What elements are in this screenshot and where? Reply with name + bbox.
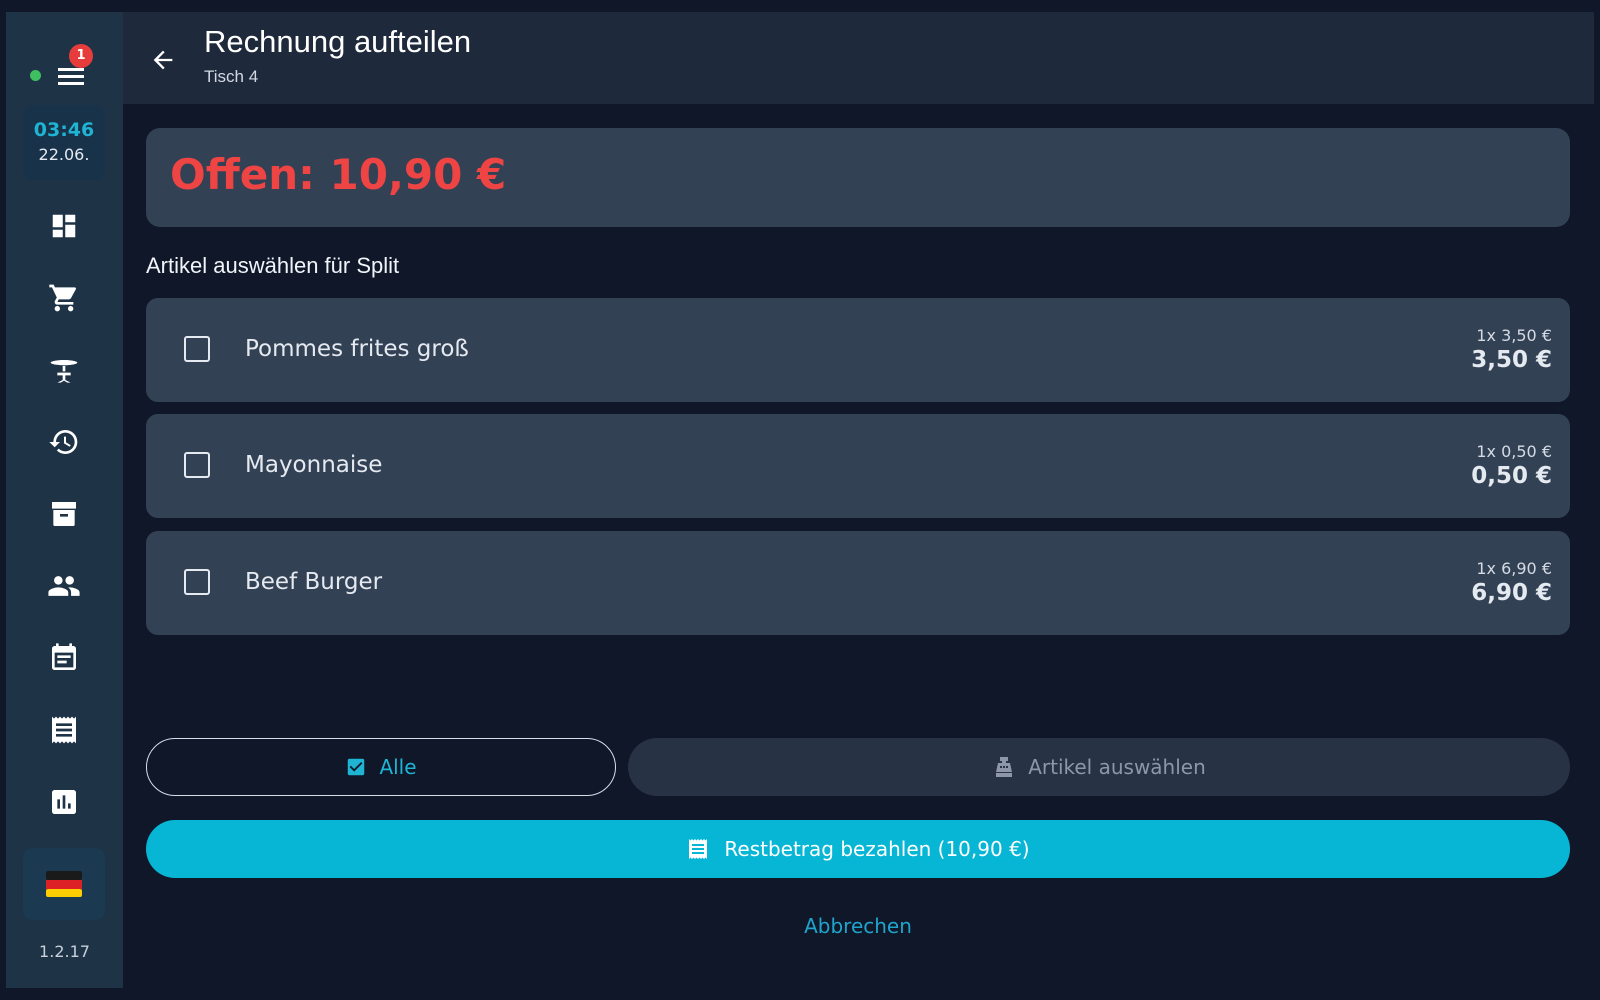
sidebar-item-dashboard[interactable]: [26, 198, 102, 254]
sidebar-item-reservations[interactable]: [26, 630, 102, 686]
item-checkbox[interactable]: [184, 569, 210, 595]
item-checkbox[interactable]: [184, 452, 210, 478]
select-items-button[interactable]: Artikel auswählen: [628, 738, 1570, 796]
receipt-icon: [689, 839, 708, 859]
item-unit-price: 1x 0,50 €: [1476, 442, 1552, 461]
pay-remaining-button[interactable]: Restbetrag bezahlen (10,90 €): [146, 820, 1570, 878]
cash-register-icon: [996, 757, 1013, 777]
german-flag-icon: [46, 871, 82, 897]
clock-date: 22.06.: [38, 145, 90, 164]
item-name: Pommes frites groß: [245, 336, 469, 362]
select-items-label: Artikel auswählen: [1028, 755, 1206, 779]
select-all-label: Alle: [379, 755, 417, 779]
sidebar-item-history[interactable]: [26, 414, 102, 470]
archive-icon: [52, 502, 76, 526]
select-all-button[interactable]: Alle: [146, 738, 616, 796]
sidebar-item-tables[interactable]: [26, 342, 102, 398]
page-title: Rechnung aufteilen: [204, 24, 472, 59]
item-total: 0,50 €: [1471, 463, 1552, 489]
sidebar-item-receipts[interactable]: [26, 702, 102, 758]
page-subtitle: Tisch 4: [204, 67, 259, 86]
language-selector[interactable]: [23, 848, 105, 920]
sidebar-item-statistics[interactable]: [26, 774, 102, 830]
list-item[interactable]: Mayonnaise 1x 0,50 € 0,50 €: [146, 414, 1570, 518]
sidebar-item-customers[interactable]: [26, 558, 102, 614]
people-icon: [48, 576, 80, 596]
cart-icon: [49, 284, 77, 312]
list-item[interactable]: Beef Burger 1x 6,90 € 6,90 €: [146, 531, 1570, 635]
pay-remaining-label: Restbetrag bezahlen (10,90 €): [724, 837, 1030, 861]
back-button[interactable]: [143, 40, 183, 80]
item-total: 3,50 €: [1471, 347, 1552, 373]
dashboard-icon: [52, 214, 76, 238]
calendar-icon: [52, 643, 76, 670]
chart-icon: [52, 790, 76, 814]
clock-widget: 03:46 22.06.: [23, 105, 105, 180]
receipt-icon: [52, 716, 76, 744]
sidebar: 1 03:46 22.06. 1.2.17: [6, 12, 123, 988]
clock-time: 03:46: [33, 119, 95, 141]
item-name: Mayonnaise: [245, 452, 383, 478]
item-name: Beef Burger: [245, 569, 383, 595]
app-version: 1.2.17: [39, 942, 90, 961]
cancel-button[interactable]: Abbrechen: [758, 914, 958, 938]
item-unit-price: 1x 3,50 €: [1476, 326, 1552, 345]
notification-badge: 1: [69, 44, 93, 68]
list-item[interactable]: Pommes frites groß 1x 3,50 € 3,50 €: [146, 298, 1570, 402]
open-amount: Offen: 10,90 €: [170, 150, 507, 199]
connection-status-dot: [30, 70, 41, 81]
section-title: Artikel auswählen für Split: [146, 253, 400, 278]
top-bar: Rechnung aufteilen Tisch 4: [123, 12, 1594, 104]
sidebar-item-cart[interactable]: [26, 270, 102, 326]
checkbox-checked-icon: [348, 758, 365, 776]
sidebar-top: [6, 48, 123, 104]
sidebar-item-archive[interactable]: [26, 486, 102, 542]
table-icon: [50, 360, 78, 383]
item-checkbox[interactable]: [184, 336, 210, 362]
item-unit-price: 1x 6,90 €: [1476, 559, 1552, 578]
arrow-back-icon: [153, 50, 173, 70]
open-amount-card: Offen: 10,90 €: [146, 128, 1570, 227]
item-total: 6,90 €: [1471, 580, 1552, 606]
history-icon: [49, 430, 78, 454]
